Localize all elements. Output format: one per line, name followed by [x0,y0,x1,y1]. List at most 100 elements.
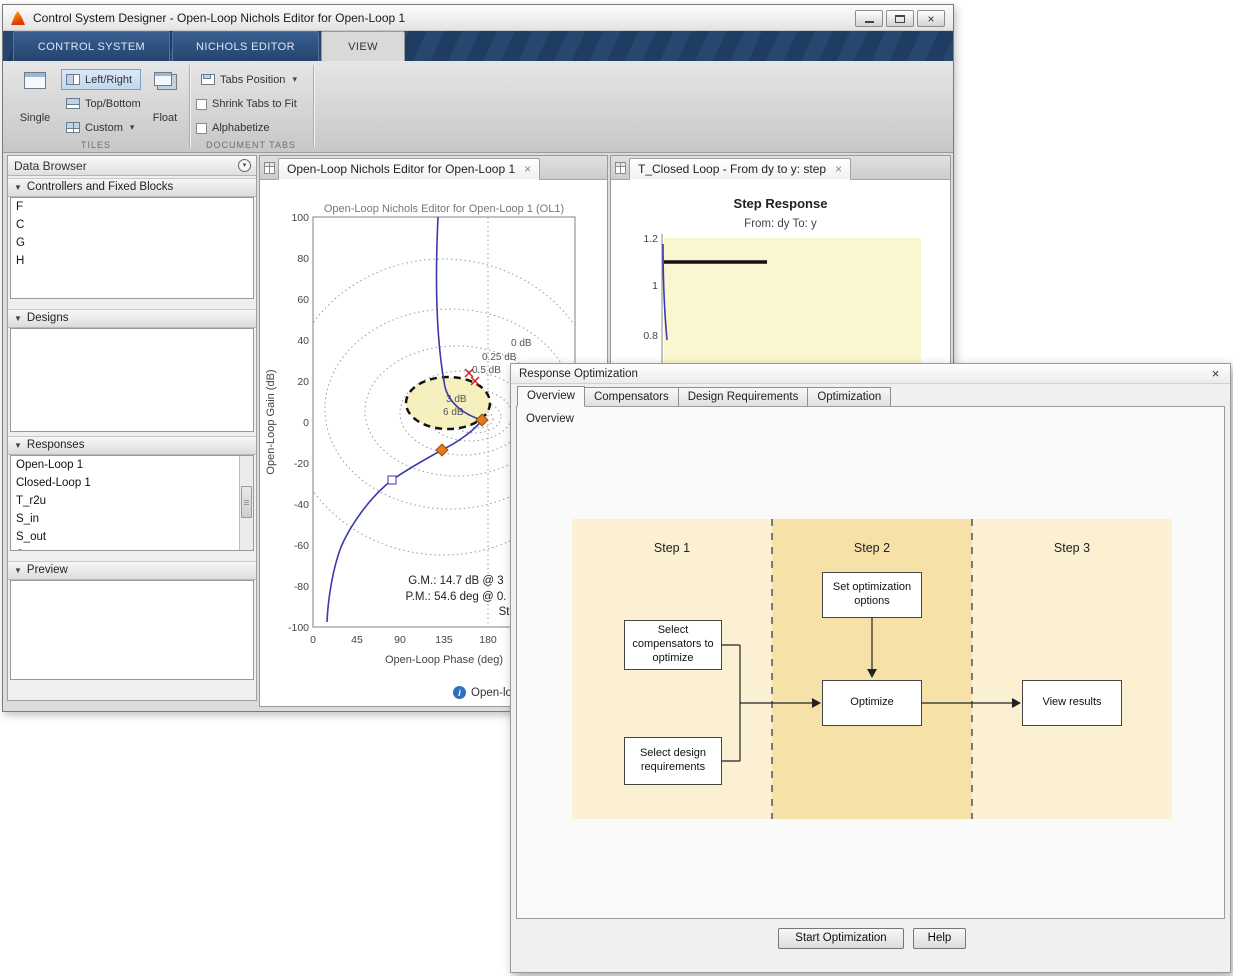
response-optimization-dialog: Response Optimization × Overview Compens… [510,363,1231,973]
controllers-section-label: Controllers and Fixed Blocks [26,181,174,193]
single-layout-icon [24,72,46,89]
top-bottom-label: Top/Bottom [85,97,141,110]
responses-scrollbar[interactable] [239,456,253,550]
tab-overview[interactable]: Overview [517,386,585,407]
tab-compensators[interactable]: Compensators [584,387,679,407]
data-browser-header: Data Browser ▾ [8,156,256,176]
select-requirements-box: Select design requirements [624,737,722,785]
list-item[interactable]: F [11,198,253,216]
x-tick-label: 45 [351,634,363,646]
tab-optimization[interactable]: Optimization [808,387,892,407]
maximize-button[interactable] [886,10,914,27]
top-bottom-layout-button[interactable]: Top/Bottom [61,93,141,114]
y-tick-label: -40 [294,499,309,511]
nichols-plot-title: Open-Loop Nichols Editor for Open-Loop 1… [324,203,564,215]
start-optimization-button[interactable]: Start Optimization [778,928,904,949]
tab-close-icon[interactable]: × [524,162,531,176]
dialog-close-icon[interactable]: × [1208,366,1223,381]
dialog-title-bar: Response Optimization [511,364,1230,384]
y-tick-label: 100 [291,212,309,224]
column-separator [971,519,973,819]
status-text: Open-lo [471,686,512,699]
ribbon-tab-nichols-editor[interactable]: NICHOLS EDITOR [172,31,319,61]
minimize-button[interactable] [855,10,883,27]
tabs-position-button[interactable]: Tabs Position ▾ [196,69,308,90]
tabs-position-label: Tabs Position [220,73,286,86]
nichols-tab[interactable]: Open-Loop Nichols Editor for Open-Loop 1… [278,158,541,180]
left-right-layout-button[interactable]: Left/Right [61,69,141,90]
preview-section-header[interactable]: ▼ Preview [8,561,256,580]
data-browser-title: Data Browser [14,159,87,173]
list-item[interactable]: H [11,252,253,270]
collapse-arrow-icon: ▼ [14,314,22,323]
step2-column [772,519,972,819]
step2-label: Step 2 [853,541,891,555]
step1-label: Step 1 [653,541,691,555]
scrollbar-thumb[interactable] [241,486,252,518]
nichols-tabstrip: Open-Loop Nichols Editor for Open-Loop 1… [260,156,607,180]
alphabetize-checkbox[interactable]: Alphabetize [196,119,270,137]
designs-list[interactable] [10,328,254,432]
x-tick-label: 90 [394,634,406,646]
single-layout-label: Single [19,112,51,124]
dialog-tabs: Overview Compensators Design Requirement… [517,386,892,407]
responses-section-header[interactable]: ▼ Responses [8,436,256,455]
screen: Control System Designer - Open-Loop Nich… [0,0,1233,976]
controllers-list: F C G H [10,197,254,299]
ribbon-separator [189,65,191,147]
compensator-square-marker[interactable] [387,475,397,485]
db-grid-label: 0.5 dB [472,365,501,376]
list-item[interactable]: Open-Loop 1 [11,456,253,474]
ribbon-separator [313,65,315,147]
x-tick-label: 180 [479,634,497,646]
collapse-arrow-icon: ▼ [14,183,22,192]
custom-layout-button[interactable]: Custom ▾ [61,117,141,138]
list-item[interactable]: S_out [11,528,253,546]
tab-close-icon[interactable]: × [835,162,842,176]
list-item[interactable]: S [11,546,253,550]
shrink-tabs-checkbox[interactable]: Shrink Tabs to Fit [196,95,297,113]
y-tick-label: -20 [294,458,309,470]
x-tick-label: 0 [310,634,316,646]
list-item[interactable]: G [11,234,253,252]
help-button[interactable]: Help [913,928,966,949]
ribbon-tab-control-system[interactable]: CONTROL SYSTEM [13,31,170,61]
phase-margin-text: P.M.: 54.6 deg @ 0. [406,591,507,603]
view-results-box: View results [1022,680,1122,726]
pane-menu-icon[interactable] [264,162,275,174]
single-layout-button[interactable]: Single [15,69,55,127]
column-separator [771,519,773,819]
y-tick-label: 0.8 [643,330,658,342]
data-browser-menu-icon[interactable]: ▾ [238,159,251,172]
ribbon-tab-view[interactable]: VIEW [321,31,405,61]
status-bar: i Open-lo [453,686,512,699]
chevron-down-icon: ▾ [292,74,297,84]
collapse-arrow-icon: ▼ [14,441,22,450]
list-item[interactable]: C [11,216,253,234]
controllers-section-header[interactable]: ▼ Controllers and Fixed Blocks [8,178,256,197]
custom-layout-label: Custom [85,121,123,134]
tabs-position-icon [201,74,215,85]
close-button[interactable]: × [917,10,945,27]
stability-text: St [499,606,511,618]
info-icon: i [453,686,466,699]
x-tick-label: 135 [435,634,453,646]
workflow-diagram: Step 1 Step 2 Step 3 Select compensators… [572,519,1172,819]
pane-menu-icon[interactable] [615,162,626,174]
float-button[interactable]: Float [145,69,185,127]
left-right-label: Left/Right [85,73,133,86]
nichols-tab-label: Open-Loop Nichols Editor for Open-Loop 1 [287,162,516,176]
float-icon [154,72,172,86]
list-item[interactable]: S_in [11,510,253,528]
designs-section-header[interactable]: ▼ Designs [8,309,256,328]
step-tab[interactable]: T_Closed Loop - From dy to y: step × [629,158,852,180]
list-item[interactable]: T_r2u [11,492,253,510]
window-controls: × [855,10,945,27]
shrink-tabs-label: Shrink Tabs to Fit [212,98,297,110]
preview-box [10,580,254,680]
step-tab-label: T_Closed Loop - From dy to y: step [638,162,827,176]
float-label: Float [152,112,178,124]
tab-design-requirements[interactable]: Design Requirements [678,387,809,407]
y-tick-label: -80 [294,581,309,593]
list-item[interactable]: Closed-Loop 1 [11,474,253,492]
